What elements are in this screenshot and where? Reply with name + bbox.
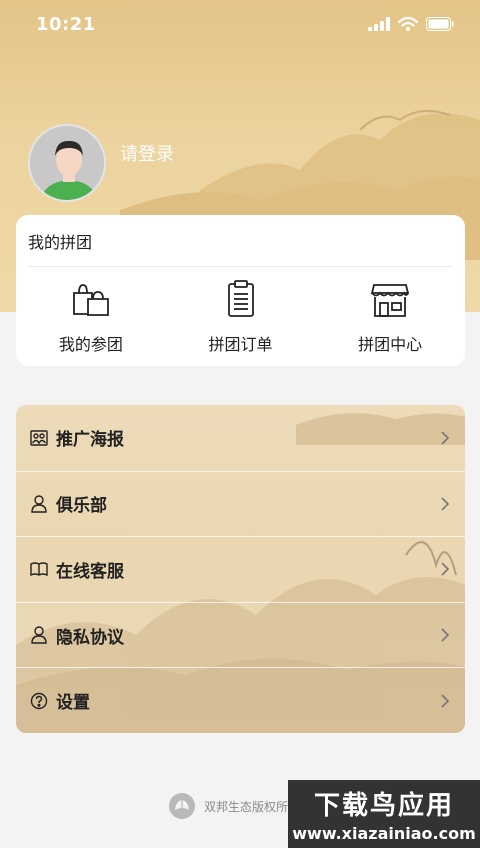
login-link[interactable]: 请登录 (120, 140, 174, 166)
group-buy-grid: 我的参团 拼团订单 拼团中心 (16, 277, 465, 355)
menu-item-club[interactable]: 俱乐部 (16, 470, 465, 537)
grid-label: 我的参团 (58, 335, 123, 354)
leaf-logo-icon (169, 793, 195, 819)
menu-label: 推广海报 (56, 430, 124, 451)
chevron-right-icon (441, 628, 450, 642)
status-time: 10:21 (36, 13, 96, 35)
divider (28, 266, 453, 267)
menu-label: 在线客服 (56, 561, 124, 582)
signal-icon (368, 17, 390, 31)
storefront-icon (368, 277, 412, 321)
book-service-icon (30, 560, 48, 578)
status-bar: 10:21 (0, 0, 480, 48)
status-icons (368, 17, 454, 31)
chevron-right-icon (441, 562, 450, 577)
group-center-button[interactable]: 拼团中心 (315, 277, 465, 355)
menu-item-promo-poster[interactable]: 推广海报 (16, 405, 465, 471)
help-settings-icon (30, 692, 48, 710)
battery-icon (426, 17, 454, 31)
menu-label: 隐私协议 (56, 627, 124, 648)
menu-label: 俱乐部 (56, 496, 107, 517)
watermark-url: www.xiazainiao.com (292, 824, 476, 843)
chevron-right-icon (441, 694, 450, 708)
user-club-icon (30, 495, 48, 513)
footer: 双邦生态版权所 (168, 792, 288, 820)
grid-label: 拼团订单 (208, 335, 273, 354)
site-watermark: 下载鸟应用 www.xiazainiao.com (288, 780, 480, 848)
wifi-icon (398, 17, 418, 31)
group-orders-button[interactable]: 拼团订单 (166, 277, 316, 355)
menu-label: 设置 (56, 693, 90, 714)
copyright-text: 双邦生态版权所 (204, 799, 289, 814)
chevron-right-icon (441, 431, 450, 445)
clipboard-icon (219, 277, 263, 321)
settings-menu: 推广海报 俱乐部 在线客服 隐私协议 设置 (16, 405, 465, 733)
chevron-right-icon (441, 497, 450, 511)
avatar[interactable] (28, 124, 106, 202)
menu-item-settings[interactable]: 设置 (16, 667, 465, 733)
my-joined-groups-button[interactable]: 我的参团 (16, 277, 166, 355)
card-title: 我的拼团 (28, 233, 93, 252)
grid-label: 拼团中心 (358, 335, 423, 354)
people-poster-icon (30, 429, 48, 447)
shopping-bags-icon (69, 277, 113, 321)
group-buy-card: 我的拼团 我的参团 拼团订单 拼团中心 (16, 215, 465, 366)
menu-item-privacy-policy[interactable]: 隐私协议 (16, 601, 465, 668)
watermark-title: 下载鸟应用 (313, 791, 454, 821)
user-privacy-icon (30, 626, 48, 644)
menu-item-online-service[interactable]: 在线客服 (16, 536, 465, 602)
